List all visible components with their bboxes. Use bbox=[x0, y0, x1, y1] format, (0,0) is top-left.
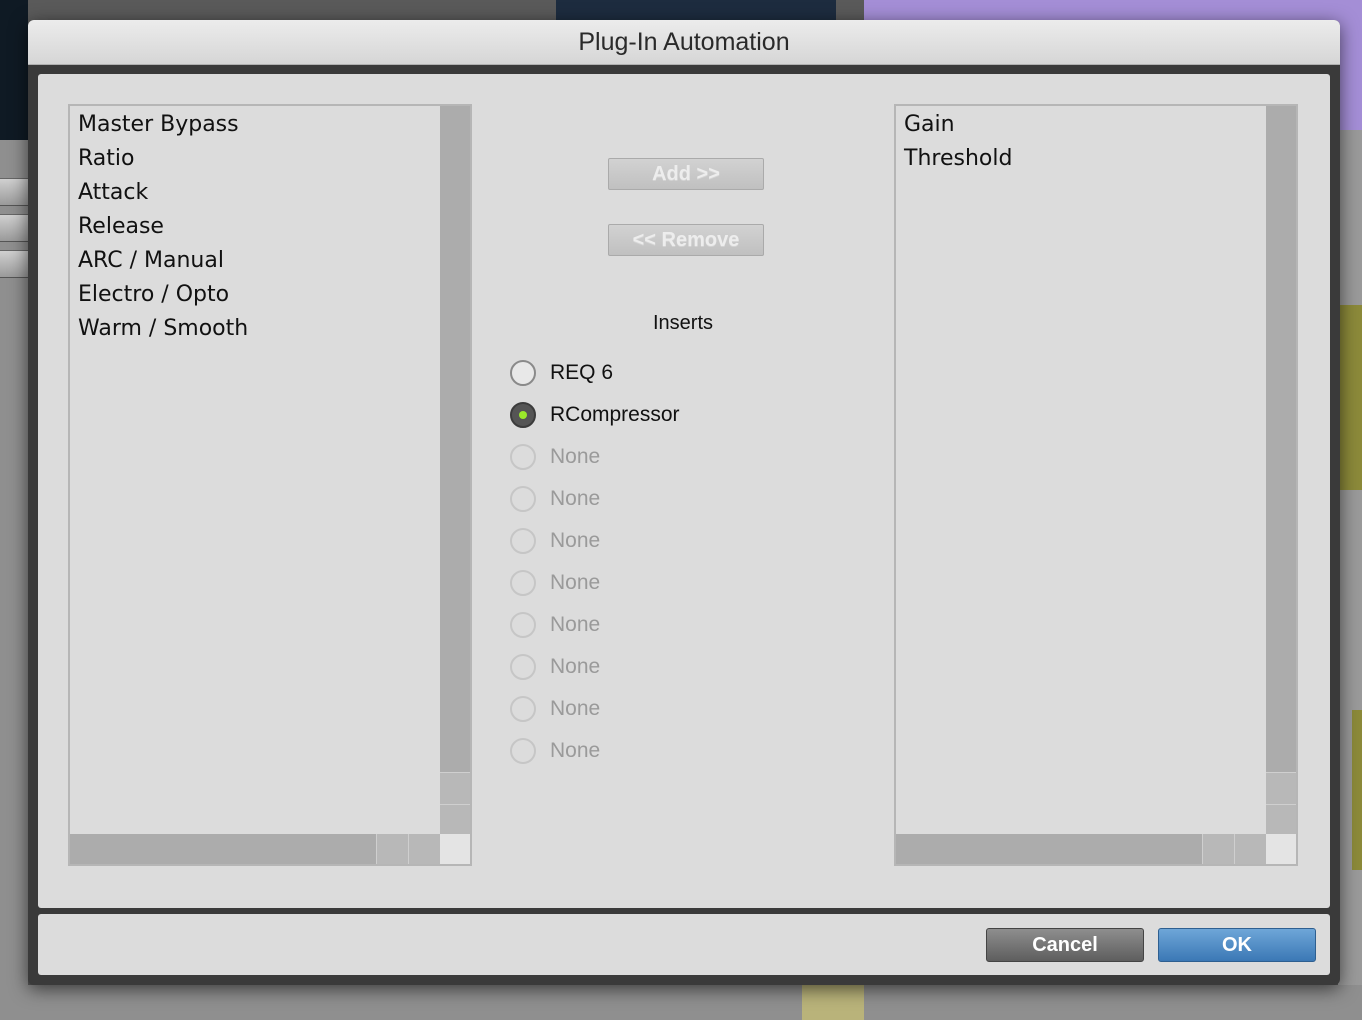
list-item[interactable]: Electro / Opto bbox=[78, 278, 248, 312]
list-item[interactable]: Warm / Smooth bbox=[78, 312, 248, 346]
cancel-button[interactable]: Cancel bbox=[986, 928, 1144, 962]
list-item[interactable]: Gain bbox=[904, 108, 1012, 142]
scroll-right-arrow[interactable] bbox=[408, 834, 440, 864]
radio-icon bbox=[510, 528, 536, 554]
insert-option-label: None bbox=[550, 487, 601, 510]
radio-selected-icon[interactable] bbox=[510, 402, 536, 428]
list-item[interactable]: Master Bypass bbox=[78, 108, 248, 142]
background-fader-strip bbox=[0, 214, 28, 242]
radio-icon bbox=[510, 696, 536, 722]
background-waveform bbox=[1340, 305, 1362, 490]
horizontal-scrollbar[interactable] bbox=[70, 834, 440, 864]
plugin-automation-dialog: Plug-In Automation Master Bypass Ratio A… bbox=[28, 20, 1340, 985]
list-item[interactable]: Attack bbox=[78, 176, 248, 210]
radio-icon bbox=[510, 654, 536, 680]
insert-option-label: RCompressor bbox=[550, 403, 680, 426]
automated-parameters-items: Gain Threshold bbox=[904, 108, 1012, 176]
vertical-scrollbar[interactable] bbox=[440, 106, 470, 836]
radio-icon bbox=[510, 612, 536, 638]
insert-option-label: None bbox=[550, 739, 601, 762]
insert-option-label: None bbox=[550, 697, 601, 720]
insert-option-label: None bbox=[550, 655, 601, 678]
background-waveform bbox=[1352, 710, 1362, 870]
scrollbar-corner bbox=[1266, 834, 1296, 864]
remove-button[interactable]: << Remove bbox=[608, 224, 764, 256]
list-item[interactable]: ARC / Manual bbox=[78, 244, 248, 278]
list-item[interactable]: Threshold bbox=[904, 142, 1012, 176]
scroll-up-arrow[interactable] bbox=[1266, 772, 1296, 804]
background-fader-strip bbox=[0, 178, 28, 206]
background-waveform bbox=[802, 985, 864, 1020]
automated-parameters-list[interactable]: Gain Threshold bbox=[894, 104, 1298, 866]
list-item[interactable]: Release bbox=[78, 210, 248, 244]
main-panel: Master Bypass Ratio Attack Release ARC /… bbox=[38, 74, 1330, 908]
ok-button[interactable]: OK bbox=[1158, 928, 1316, 962]
dialog-title: Plug-In Automation bbox=[578, 28, 790, 56]
insert-option-label: None bbox=[550, 445, 601, 468]
radio-icon bbox=[510, 444, 536, 470]
background-track-area bbox=[0, 985, 1362, 1020]
background-track-area bbox=[0, 0, 28, 140]
available-parameters-list[interactable]: Master Bypass Ratio Attack Release ARC /… bbox=[68, 104, 472, 866]
scroll-left-arrow[interactable] bbox=[376, 834, 408, 864]
scroll-up-arrow[interactable] bbox=[440, 772, 470, 804]
dialog-footer: Cancel OK bbox=[38, 914, 1330, 975]
radio-icon[interactable] bbox=[510, 360, 536, 386]
horizontal-scrollbar[interactable] bbox=[896, 834, 1266, 864]
background-fader-strip bbox=[0, 250, 28, 278]
available-parameters-items: Master Bypass Ratio Attack Release ARC /… bbox=[78, 108, 248, 346]
scroll-down-arrow[interactable] bbox=[1266, 804, 1296, 836]
insert-option-label: None bbox=[550, 613, 601, 636]
radio-icon bbox=[510, 738, 536, 764]
scroll-down-arrow[interactable] bbox=[440, 804, 470, 836]
list-item[interactable]: Ratio bbox=[78, 142, 248, 176]
scrollbar-corner bbox=[440, 834, 470, 864]
add-button[interactable]: Add >> bbox=[608, 158, 764, 190]
radio-icon bbox=[510, 570, 536, 596]
insert-option-label: None bbox=[550, 571, 601, 594]
radio-icon bbox=[510, 486, 536, 512]
insert-option-label: None bbox=[550, 529, 601, 552]
insert-option-label: REQ 6 bbox=[550, 361, 614, 384]
background-track-area bbox=[1338, 130, 1362, 1020]
background-clip bbox=[1338, 0, 1362, 130]
scroll-left-arrow[interactable] bbox=[1202, 834, 1234, 864]
vertical-scrollbar[interactable] bbox=[1266, 106, 1296, 836]
scroll-right-arrow[interactable] bbox=[1234, 834, 1266, 864]
dialog-titlebar[interactable]: Plug-In Automation bbox=[28, 20, 1340, 65]
inserts-heading: Inserts bbox=[652, 312, 714, 334]
